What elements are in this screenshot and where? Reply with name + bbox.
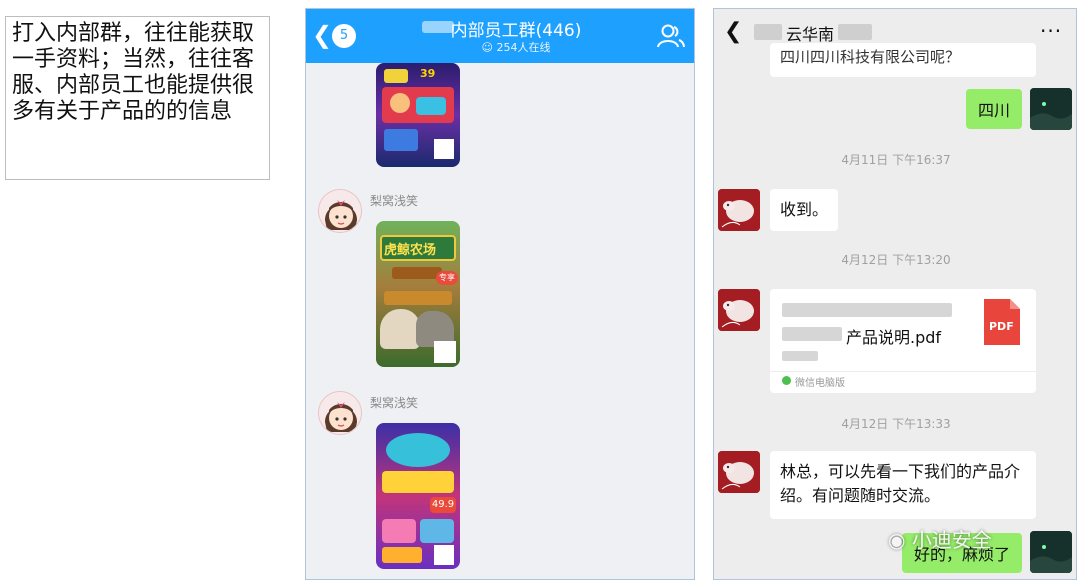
online-icon: ☺	[481, 41, 493, 54]
contact-avatar[interactable]	[718, 289, 760, 331]
pdf-file-icon: PDF	[984, 299, 1020, 345]
qr-code	[434, 139, 454, 159]
girl-avatar-icon	[319, 392, 361, 434]
wechat-chat: ❮ 云华南 ··· 四川四川科技有限公司呢？ 四川 4月11日 下午16:37 …	[713, 8, 1077, 580]
blurred-file-name-prefix	[782, 327, 842, 341]
timestamp: 4月12日 下午13:33	[841, 417, 951, 431]
poster-top-price: 39	[420, 67, 436, 80]
timestamp: 4月12日 下午13:20	[841, 253, 951, 267]
received-message-text: 林总，可以先看一下我们的产品介绍。有问题随时交流。	[780, 462, 1021, 505]
more-options-icon[interactable]: ···	[1040, 19, 1062, 43]
timestamp: 4月11日 下午16:37	[841, 153, 951, 167]
received-message-bubble: 收到。	[770, 189, 839, 231]
file-message-card[interactable]: 产品说明.pdf PDF 微信电脑版	[770, 289, 1036, 393]
note-box: 打入内部群，往往能获取一手资料；当然，往往客服、内部员工也能提供很多有关于产品的…	[5, 16, 270, 180]
blurred-name-prefix	[754, 24, 782, 40]
contact-avatar[interactable]	[718, 451, 760, 493]
unread-badge[interactable]: 5	[332, 24, 356, 48]
file-name: 产品说明.pdf	[846, 328, 942, 347]
online-count: ☺ 254人在线	[416, 39, 616, 55]
blurred-name-suffix	[838, 24, 872, 40]
poster-image-bottom[interactable]: 49.9	[376, 423, 460, 569]
blurred-file-name-line	[782, 303, 952, 317]
qq-group-chat: ❮ 5 内部员工群(446) ☺ 254人在线 39 梨窝浅笑 虎鲸农场 专享 …	[305, 8, 695, 580]
poster-image-top[interactable]: 39	[376, 63, 460, 167]
pdf-label: PDF	[989, 320, 1014, 333]
poster-mid-badge: 专享	[436, 271, 458, 285]
group-members-icon[interactable]	[656, 21, 686, 51]
qr-code	[434, 341, 456, 363]
qr-code	[434, 545, 454, 565]
sheep-avatar-icon	[718, 289, 760, 331]
sender-avatar[interactable]	[318, 391, 362, 435]
sender-name: 梨窝浅笑	[370, 194, 419, 208]
wechat-logo-icon: ◉	[888, 528, 906, 552]
contact-name: 云华南	[786, 25, 835, 44]
back-chevron-icon[interactable]: ❮	[312, 21, 332, 49]
file-source: 微信电脑版	[795, 378, 845, 389]
received-message-bubble: 林总，可以先看一下我们的产品介绍。有问题随时交流。	[770, 451, 1036, 519]
contact-avatar[interactable]	[718, 189, 760, 231]
sender-name: 梨窝浅笑	[370, 396, 419, 410]
sent-message-bubble: 四川	[966, 89, 1023, 129]
divider	[770, 371, 1036, 372]
poster-image-farm[interactable]: 虎鲸农场 专享	[376, 221, 460, 367]
qq-header: ❮ 5 内部员工群(446) ☺ 254人在线	[306, 9, 694, 63]
online-count-text: 254人在线	[496, 41, 551, 54]
sender-avatar[interactable]	[318, 189, 362, 233]
note-text: 打入内部群，往往能获取一手资料；当然，往往客服、内部员工也能提供很多有关于产品的…	[12, 21, 255, 124]
watermark: ◉ 小迪安全	[888, 524, 992, 553]
partial-message-text: 四川四川科技有限公司呢？	[780, 48, 961, 66]
received-message-text: 收到。	[780, 200, 829, 219]
my-avatar[interactable]	[1030, 531, 1072, 573]
tiger-image	[380, 309, 420, 349]
sent-message-text: 四川	[978, 101, 1011, 120]
group-title: 内部员工群(446)	[450, 21, 582, 41]
back-chevron-icon[interactable]: ❮	[724, 19, 742, 44]
sheep-avatar-icon	[718, 189, 760, 231]
poster-bottom-price: 49.9	[430, 497, 456, 513]
watermark-text: 小迪安全	[911, 528, 992, 552]
message-bubble-partial: 四川四川科技有限公司呢？	[770, 43, 1036, 77]
girl-avatar-icon	[319, 190, 361, 232]
night-scene-avatar-icon	[1030, 531, 1072, 573]
sheep-avatar-icon	[718, 451, 760, 493]
poster-mid-title: 虎鲸农场	[384, 243, 437, 258]
night-scene-avatar-icon	[1030, 88, 1072, 130]
blurred-file-size	[782, 351, 818, 361]
my-avatar[interactable]	[1030, 88, 1072, 130]
wechat-pc-icon	[782, 376, 791, 385]
